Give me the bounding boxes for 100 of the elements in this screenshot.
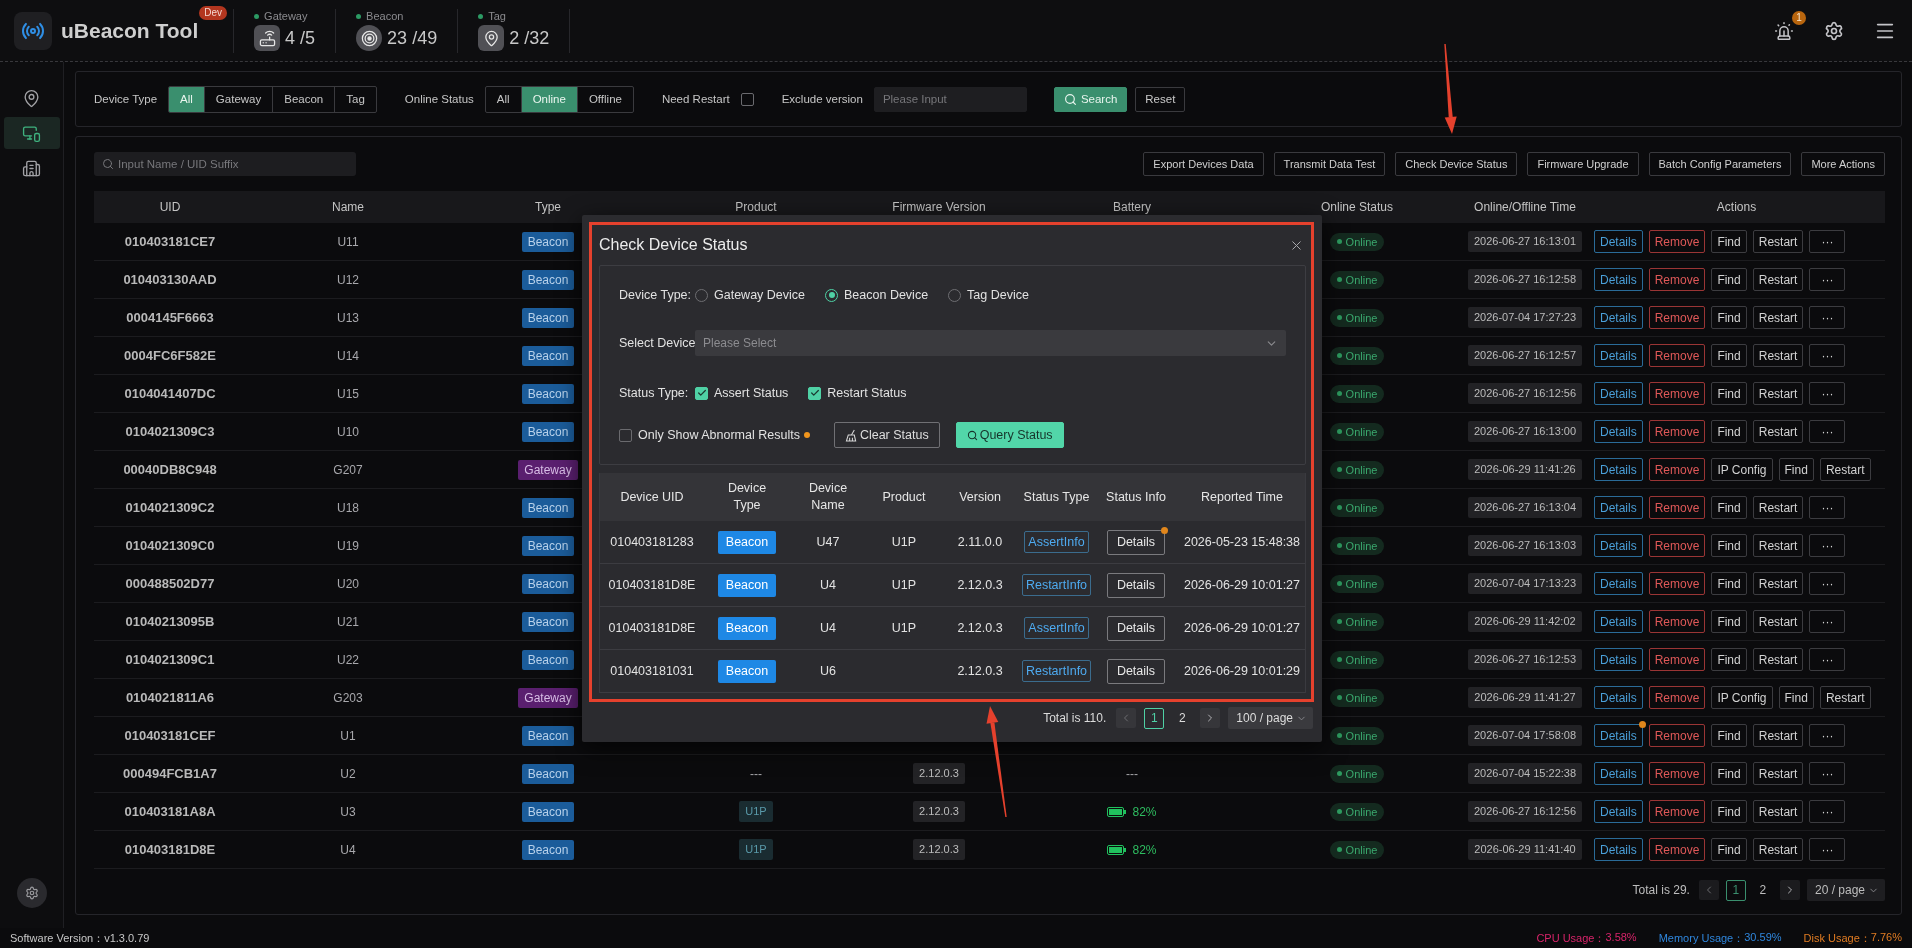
remove-button[interactable]: Remove [1648,382,1706,405]
next-page-button[interactable] [1779,880,1800,900]
status-type-button[interactable]: AssertInfo [1024,617,1089,639]
remove-button[interactable]: Remove [1648,344,1706,367]
clear-status-button[interactable]: Clear Status [833,422,940,448]
remove-button[interactable]: Remove [1648,268,1706,291]
remove-button[interactable]: Remove [1648,686,1706,709]
remove-button[interactable]: Remove [1648,458,1706,481]
details-button[interactable]: Details [1594,420,1643,443]
more-button[interactable]: ··· [1809,762,1846,785]
remove-button[interactable]: Remove [1648,838,1706,861]
more-button[interactable]: ··· [1809,838,1846,861]
action-button[interactable]: Restart [1752,496,1804,519]
more-button[interactable]: ··· [1809,420,1846,443]
more-button[interactable]: ··· [1809,724,1846,747]
details-button[interactable]: Details [1594,496,1643,519]
action-button[interactable]: Find [1711,724,1747,747]
details-button[interactable]: Details [1594,306,1643,329]
details-button[interactable]: Details [1594,458,1643,481]
details-button[interactable]: Details [1594,572,1643,595]
need-restart-checkbox[interactable] [740,92,754,106]
action-button[interactable]: Find [1711,762,1747,785]
details-button[interactable]: Details [1106,658,1166,684]
option-label[interactable]: Tag Device [967,288,1029,302]
action-button[interactable]: Find [1711,838,1747,861]
action-button[interactable]: Restart [1752,534,1804,557]
action-button[interactable]: Restart [1752,724,1804,747]
page-button[interactable]: 2 [1172,707,1193,729]
action-button[interactable]: Restart [1752,344,1804,367]
option-label[interactable]: Assert Status [714,386,789,400]
action-button[interactable]: Restart [1752,838,1804,861]
checkbox[interactable] [808,386,822,400]
details-button[interactable]: Details [1594,838,1643,861]
checkbox[interactable] [619,428,632,442]
action-button[interactable]: Find [1711,268,1747,291]
more-button[interactable]: ··· [1809,344,1846,367]
toolbar-button[interactable]: Export Devices Data [1143,152,1264,176]
more-button[interactable]: ··· [1809,800,1846,823]
action-button[interactable]: Find [1711,306,1747,329]
action-button[interactable]: Find [1711,534,1747,557]
action-button[interactable]: Restart [1752,268,1804,291]
remove-button[interactable]: Remove [1648,230,1706,253]
exclude-version-field[interactable]: Please Input [873,86,1027,112]
remove-button[interactable]: Remove [1648,648,1706,671]
more-button[interactable]: ··· [1809,572,1846,595]
status-type-button[interactable]: RestartInfo [1021,574,1092,596]
page-button[interactable]: 1 [1725,879,1746,901]
more-button[interactable]: ··· [1809,230,1846,253]
option-label[interactable]: Only Show Abnormal Results [638,428,800,442]
details-button[interactable]: Details [1594,724,1643,747]
checkbox[interactable] [695,386,708,400]
details-button[interactable]: Details [1594,382,1643,405]
details-button[interactable]: Details [1106,572,1166,598]
remove-button[interactable]: Remove [1648,610,1706,633]
details-button[interactable]: Details [1594,686,1643,709]
page-button[interactable]: 2 [1752,879,1773,901]
segment-button[interactable]: All [169,86,204,112]
more-button[interactable]: ··· [1809,382,1846,405]
search-button[interactable]: Search [1053,86,1128,112]
details-button[interactable]: Details [1594,268,1643,291]
page-size-select[interactable]: 20 / page [1806,879,1885,901]
action-button[interactable]: Restart [1752,420,1804,443]
query-status-button[interactable]: Query Status [955,422,1064,448]
segment-button[interactable]: Offline [576,86,633,112]
more-button[interactable]: ··· [1809,610,1846,633]
action-button[interactable]: Restart [1819,458,1871,481]
more-button[interactable]: ··· [1809,268,1846,291]
details-button[interactable]: Details [1106,529,1166,555]
remove-button[interactable]: Remove [1648,496,1706,519]
remove-button[interactable]: Remove [1648,572,1706,595]
action-button[interactable]: Restart [1752,800,1804,823]
settings-button[interactable] [16,878,47,908]
action-button[interactable]: Restart [1752,610,1804,633]
segment-button[interactable]: Online [520,86,577,112]
action-button[interactable]: Restart [1752,230,1804,253]
search-field[interactable]: Input Name / UID Suffix [94,152,356,176]
remove-button[interactable]: Remove [1648,800,1706,823]
remove-button[interactable]: Remove [1648,534,1706,557]
option-label[interactable]: Restart Status [827,386,907,400]
segment-button[interactable]: Beacon [272,86,335,112]
remove-button[interactable]: Remove [1648,724,1706,747]
page-size-select[interactable]: 100 / page [1228,707,1313,729]
action-button[interactable]: Restart [1752,306,1804,329]
status-type-button[interactable]: AssertInfo [1024,531,1089,553]
action-button[interactable]: Find [1711,572,1747,595]
toolbar-button[interactable]: Firmware Upgrade [1527,152,1639,176]
action-button[interactable]: Restart [1819,686,1871,709]
segment-button[interactable]: Tag [334,86,376,112]
more-button[interactable]: ··· [1809,306,1846,329]
details-button[interactable]: Details [1594,610,1643,633]
action-button[interactable]: Find [1711,230,1747,253]
more-button[interactable]: ··· [1809,648,1846,671]
sidebar-item[interactable] [3,117,60,149]
more-button[interactable]: ··· [1809,496,1846,519]
action-button[interactable]: Restart [1752,572,1804,595]
action-button[interactable]: Find [1711,420,1747,443]
action-button[interactable]: Find [1711,344,1747,367]
page-button[interactable]: 1 [1144,707,1165,729]
toolbar-button[interactable]: More Actions [1801,152,1885,176]
remove-button[interactable]: Remove [1648,306,1706,329]
